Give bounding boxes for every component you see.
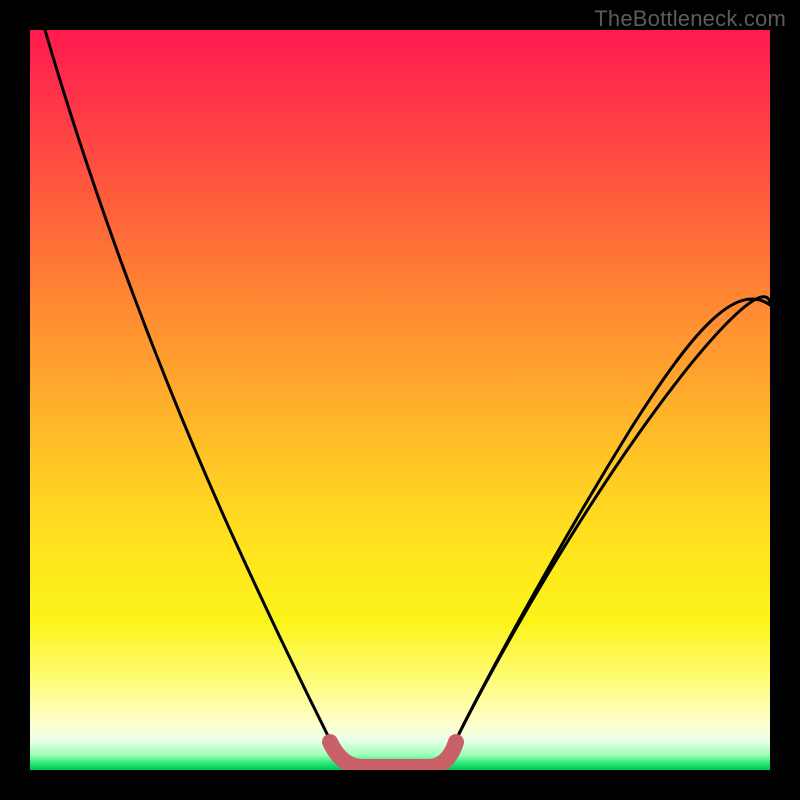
curves-svg [30, 30, 770, 770]
chart-container: TheBottleneck.com [0, 0, 800, 800]
right-curve [452, 299, 770, 748]
right-curve-actual [452, 288, 770, 748]
right-curve-visible [452, 297, 770, 748]
left-curve [45, 30, 334, 748]
flat-minimum-highlight [330, 742, 456, 767]
watermark-text: TheBottleneck.com [594, 6, 786, 32]
